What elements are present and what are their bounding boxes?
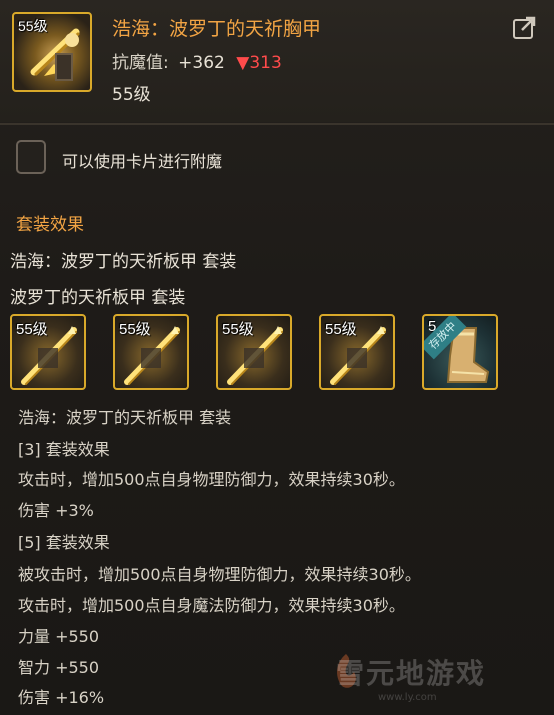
slot-level: 55级 [16, 321, 48, 338]
bonus3-title: [3] 套装效果 [18, 440, 110, 459]
set-detail-title: 浩海：波罗丁的天祈板甲 套装 [18, 408, 232, 427]
stat-label: 抗魔值: [112, 53, 169, 73]
set-slot-4[interactable]: 55级 [319, 314, 395, 390]
item-level: 55级 [112, 85, 151, 105]
enchant-label: 可以使用卡片进行附魔 [62, 152, 223, 171]
slot-level: 55级 [222, 321, 254, 338]
watermark-text: 雪元地游戏 [336, 657, 487, 690]
enchant-checkbox[interactable] [16, 140, 46, 174]
set-slot-2[interactable]: 55级 [113, 314, 189, 390]
bonus5-line: 智力 +550 [18, 658, 100, 677]
item-title: 浩海：波罗丁的天祈胸甲 [112, 18, 322, 40]
bonus5-title: [5] 套装效果 [18, 533, 110, 552]
watermark-url: www.ly.com [378, 692, 437, 703]
bonus5-line: 被攻击时，增加500点自身物理防御力，效果持续30秒。 [18, 565, 421, 584]
set-name-short: 波罗丁的天祈板甲 套装 [10, 288, 186, 308]
set-heading: 套装效果 [16, 215, 84, 235]
set-slot-1[interactable]: 55级 [10, 314, 86, 390]
set-name-full: 浩海：波罗丁的天祈板甲 套装 [10, 252, 237, 272]
item-level-badge: 55级 [18, 18, 48, 34]
stat-value: +362 [178, 53, 225, 73]
stat-line: 抗魔值: +362 ▼313 [112, 48, 282, 73]
slot-level: 55级 [119, 321, 151, 338]
slot-level: 55级 [325, 321, 357, 338]
bonus5-line: 攻击时，增加500点自身魔法防御力，效果持续30秒。 [18, 596, 405, 615]
item-tooltip-panel: 55级 浩海：波罗丁的天祈胸甲 抗魔值: +362 ▼313 55级 可以使用卡… [0, 0, 554, 715]
bonus3-line: 伤害 +3% [18, 501, 94, 520]
share-icon[interactable] [512, 14, 538, 40]
bonus3-line: 攻击时，增加500点自身物理防御力，效果持续30秒。 [18, 470, 405, 489]
bonus5-line: 伤害 +16% [18, 688, 105, 707]
header-divider [0, 123, 554, 125]
bonus5-line: 力量 +550 [18, 627, 100, 646]
item-icon-frame[interactable]: 55级 [12, 12, 92, 92]
set-slot-5[interactable]: 5 存放中 [422, 314, 498, 390]
set-slot-3[interactable]: 55级 [216, 314, 292, 390]
stat-diff: ▼313 [236, 53, 282, 73]
